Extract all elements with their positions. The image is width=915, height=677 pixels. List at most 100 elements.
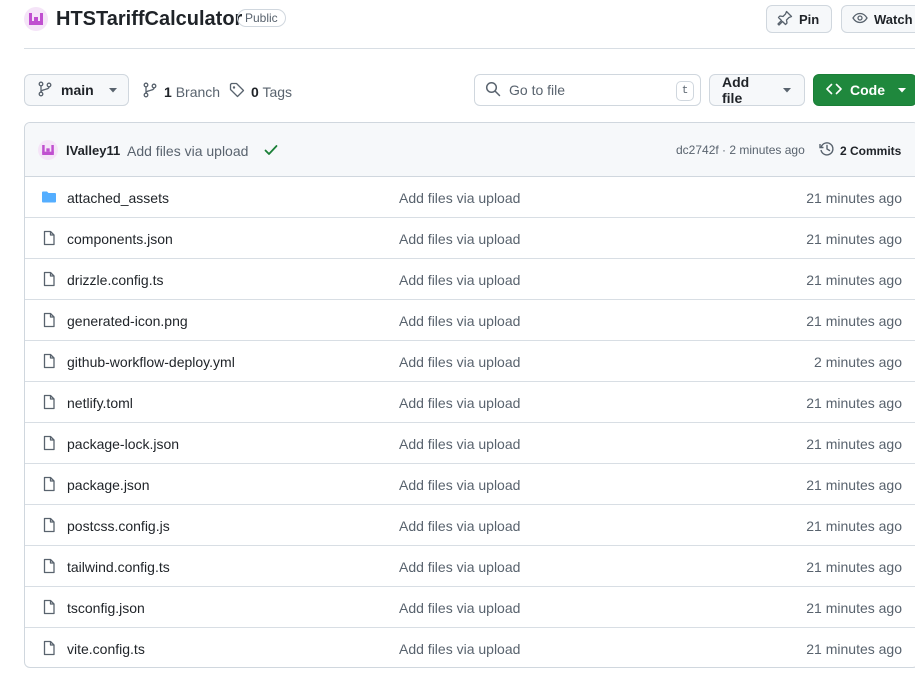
- file-icon: [41, 353, 57, 372]
- commits-count: 2 Commits: [840, 143, 902, 158]
- caret-down-icon: [108, 82, 118, 98]
- latest-commit-bar: lValley11 Add files via upload dc2742f ·…: [25, 123, 915, 177]
- pin-button[interactable]: Pin: [766, 5, 832, 33]
- file-row[interactable]: package-lock.json Add files via upload 21 …: [25, 423, 915, 464]
- branch-word: Branch: [175, 83, 221, 100]
- git-branch-icon: [142, 82, 158, 101]
- file-commit-message[interactable]: Add files via upload: [399, 272, 520, 288]
- file-icon: [41, 271, 57, 290]
- file-name-link[interactable]: vite.config.ts: [67, 641, 145, 657]
- watch-button[interactable]: Watch: [841, 5, 915, 33]
- history-icon: [819, 141, 835, 160]
- tags-link[interactable]: 0 Tags: [229, 82, 292, 101]
- commit-message[interactable]: Add files via upload: [127, 143, 248, 159]
- file-icon: [41, 640, 57, 659]
- code-label: Code: [850, 82, 885, 98]
- file-name-link[interactable]: generated-icon.png: [67, 313, 188, 329]
- file-commit-message[interactable]: Add files via upload: [399, 436, 520, 452]
- file-name-link[interactable]: components.json: [67, 231, 173, 247]
- owner-avatar[interactable]: [24, 7, 48, 31]
- pin-icon: [777, 10, 793, 29]
- file-name-link[interactable]: drizzle.config.ts: [67, 272, 163, 288]
- file-commit-time: 21 minutes ago: [806, 190, 902, 206]
- file-name-link[interactable]: tailwind.config.ts: [67, 559, 170, 575]
- file-row[interactable]: generated-icon.png Add files via upload 21…: [25, 300, 915, 341]
- branch-name: main: [61, 82, 94, 98]
- file-commit-message[interactable]: Add files via upload: [399, 559, 520, 575]
- file-name-link[interactable]: package-lock.json: [67, 436, 179, 452]
- file-commit-time: 21 minutes ago: [806, 600, 902, 616]
- file-name-link[interactable]: tsconfig.json: [67, 600, 145, 616]
- go-to-file-input[interactable]: [509, 82, 659, 98]
- commit-hash-time[interactable]: dc2742f · 2 minutes ago: [676, 143, 805, 157]
- tag-count: 0: [251, 83, 259, 100]
- file-row[interactable]: components.json Add files via upload 21 mi…: [25, 218, 915, 259]
- file-commit-time: 21 minutes ago: [806, 641, 902, 657]
- tag-word: Tags: [262, 83, 293, 100]
- go-to-file-search[interactable]: t: [474, 74, 701, 106]
- search-shortcut-key: t: [676, 81, 694, 101]
- file-row[interactable]: attached_assets Add files via upload 21 mi…: [25, 177, 915, 218]
- repo-name[interactable]: HTSTariffCalculator: [56, 8, 242, 31]
- file-row[interactable]: package.json Add files via upload 21 minut…: [25, 464, 915, 505]
- file-icon: [41, 394, 57, 413]
- branch-selector-button[interactable]: main: [24, 74, 129, 106]
- caret-down-icon: [782, 82, 792, 98]
- file-commit-message[interactable]: Add files via upload: [399, 600, 520, 616]
- branches-link[interactable]: 1 Branch: [142, 82, 220, 101]
- file-name-link[interactable]: package.json: [67, 477, 150, 493]
- caret-down-icon: [897, 82, 907, 98]
- file-commit-time: 21 minutes ago: [806, 477, 902, 493]
- file-row[interactable]: postcss.config.js Add files via upload 21 …: [25, 505, 915, 546]
- file-commit-message[interactable]: Add files via upload: [399, 518, 520, 534]
- file-commit-message[interactable]: Add files via upload: [399, 395, 520, 411]
- visibility-badge: Public: [237, 9, 286, 27]
- code-button[interactable]: Code: [813, 74, 915, 106]
- file-commit-message[interactable]: Add files via upload: [399, 231, 520, 247]
- file-commit-time: 21 minutes ago: [806, 231, 902, 247]
- file-row[interactable]: github-workflow-deploy.yml Add files via …: [25, 341, 915, 382]
- add-file-button[interactable]: Add file: [709, 74, 805, 106]
- file-name-link[interactable]: github-workflow-deploy.yml: [67, 354, 235, 370]
- add-file-label: Add file: [722, 74, 750, 106]
- file-commit-time: 2 minutes ago: [814, 354, 902, 370]
- file-commit-message[interactable]: Add files via upload: [399, 313, 520, 329]
- file-row[interactable]: vite.config.ts Add files via upload 21 min…: [25, 628, 915, 667]
- file-icon: [41, 230, 57, 249]
- file-commit-message[interactable]: Add files via upload: [399, 190, 520, 206]
- file-commit-message[interactable]: Add files via upload: [399, 354, 520, 370]
- eye-icon: [852, 10, 868, 29]
- file-commit-message[interactable]: Add files via upload: [399, 477, 520, 493]
- tag-icon: [229, 82, 245, 101]
- file-row[interactable]: tailwind.config.ts Add files via upload 21…: [25, 546, 915, 587]
- file-name-link[interactable]: postcss.config.js: [67, 518, 170, 534]
- file-row[interactable]: drizzle.config.ts Add files via upload 21 …: [25, 259, 915, 300]
- file-commit-message[interactable]: Add files via upload: [399, 641, 520, 657]
- file-list: lValley11 Add files via upload dc2742f ·…: [24, 122, 915, 668]
- repo-header: HTSTariffCalculator Public Pin Watch: [24, 2, 915, 36]
- commit-author-avatar[interactable]: [38, 140, 58, 160]
- file-icon: [41, 517, 57, 536]
- file-icon: [41, 558, 57, 577]
- file-row[interactable]: tsconfig.json Add files via upload 21 minu…: [25, 587, 915, 628]
- file-name-link[interactable]: attached_assets: [67, 190, 169, 206]
- file-icon: [41, 476, 57, 495]
- file-commit-time: 21 minutes ago: [806, 436, 902, 452]
- pin-label: Pin: [799, 11, 820, 27]
- file-row[interactable]: netlify.toml Add files via upload 21 minut…: [25, 382, 915, 423]
- commit-author[interactable]: lValley11: [66, 143, 120, 158]
- check-icon[interactable]: [263, 142, 279, 161]
- git-branch-icon: [37, 81, 53, 100]
- file-icon: [41, 599, 57, 618]
- file-commit-time: 21 minutes ago: [806, 518, 902, 534]
- watch-label: Watch: [874, 11, 913, 27]
- commits-history-link[interactable]: 2 Commits: [819, 141, 901, 160]
- folder-icon: [41, 189, 57, 208]
- code-brackets-icon: [826, 81, 842, 100]
- file-name-link[interactable]: netlify.toml: [67, 395, 133, 411]
- file-commit-time: 21 minutes ago: [806, 559, 902, 575]
- header-divider: [24, 48, 915, 49]
- file-commit-time: 21 minutes ago: [806, 313, 902, 329]
- file-icon: [41, 312, 57, 331]
- file-commit-time: 21 minutes ago: [806, 272, 902, 288]
